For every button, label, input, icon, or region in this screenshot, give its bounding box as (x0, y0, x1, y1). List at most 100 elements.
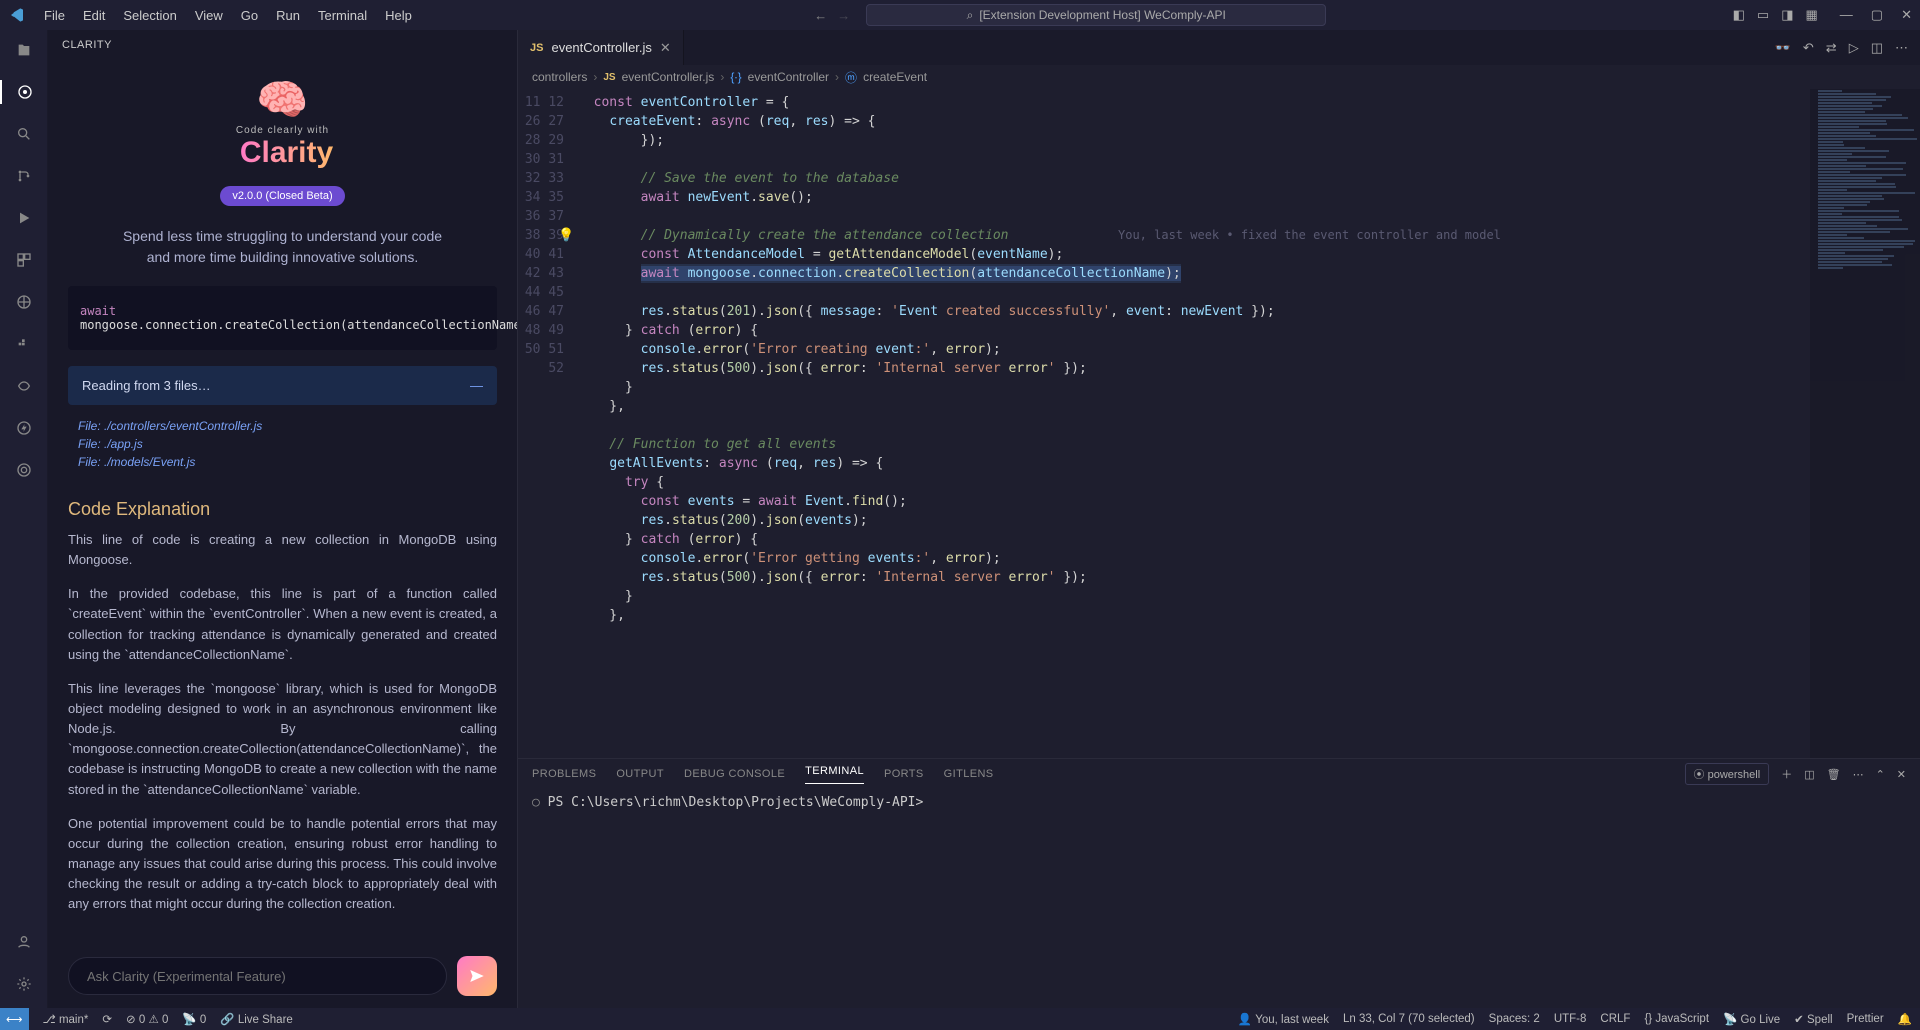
menu-run[interactable]: Run (268, 4, 308, 27)
layout-sidebar-left-icon[interactable]: ◧ (1733, 7, 1745, 23)
prettier[interactable]: Prettier (1847, 1013, 1884, 1025)
extensions-icon[interactable] (12, 248, 36, 272)
blame-status[interactable]: 👤 You, last week (1238, 1012, 1329, 1026)
collapse-icon[interactable]: — (470, 378, 483, 393)
diff-icon[interactable]: ⇄ (1826, 40, 1837, 56)
tab-close-icon[interactable]: ✕ (660, 40, 671, 56)
spell-check[interactable]: ✔ Spell (1794, 1012, 1832, 1026)
maximize-panel-icon[interactable]: ⌃ (1876, 768, 1885, 781)
bottom-panel: PROBLEMS OUTPUT DEBUG CONSOLE TERMINAL P… (518, 758, 1920, 1008)
explanation-paragraph: One potential improvement could be to ha… (68, 814, 497, 915)
editor-area: JS eventController.js ✕ 👓 ↶ ⇄ ▷ ◫ ⋯ cont… (518, 30, 1920, 1008)
nav-arrows: ← → (814, 8, 850, 23)
menu-edit[interactable]: Edit (75, 4, 113, 27)
thunder-icon[interactable] (12, 416, 36, 440)
code-editor[interactable]: 11 12 26 27 28 29 30 31 32 33 34 35 36 3… (518, 89, 1920, 758)
search-icon[interactable] (12, 122, 36, 146)
terminal-shell-selector[interactable]: ⦿ powershell (1685, 763, 1770, 785)
account-icon[interactable] (12, 930, 36, 954)
reading-files-card[interactable]: Reading from 3 files… — (68, 366, 497, 405)
kill-terminal-icon[interactable]: 🗑 (1827, 768, 1841, 781)
eol[interactable]: CRLF (1600, 1013, 1630, 1025)
panel-tab-ports[interactable]: PORTS (884, 768, 924, 780)
search-icon: ⌕ (967, 8, 974, 23)
command-center-text: [Extension Development Host] WeComply-AP… (979, 8, 1226, 22)
breadcrumb-item[interactable]: createEvent (863, 70, 927, 84)
line-gutter: 11 12 26 27 28 29 30 31 32 33 34 35 36 3… (518, 89, 578, 758)
remote-indicator[interactable]: ⟷ (0, 1008, 29, 1030)
close-panel-icon[interactable]: ✕ (1897, 768, 1906, 781)
cursor-position[interactable]: Ln 33, Col 7 (70 selected) (1343, 1013, 1475, 1025)
menu-selection[interactable]: Selection (115, 4, 184, 27)
breadcrumb-item[interactable]: eventController (748, 70, 829, 84)
lightbulb-icon[interactable]: 💡 (558, 226, 574, 245)
brain-icon: 🧠 (256, 76, 308, 123)
terminal[interactable]: ○ PS C:\Users\richm\Desktop\Projects\WeC… (518, 789, 1920, 1008)
liveshare-indicator[interactable]: 🔗 Live Share (220, 1012, 293, 1026)
run-icon[interactable]: ▷ (1849, 40, 1859, 56)
breadcrumb-item[interactable]: controllers (532, 70, 587, 84)
send-button[interactable] (457, 956, 497, 996)
panel-tab-gitlens[interactable]: GITLENS (944, 768, 994, 780)
menu-go[interactable]: Go (233, 4, 266, 27)
more-icon[interactable]: ⋯ (1853, 768, 1864, 781)
branch-indicator[interactable]: ⎇ main* (43, 1012, 89, 1026)
minimize-icon[interactable]: — (1840, 7, 1853, 23)
panel-tab-row: PROBLEMS OUTPUT DEBUG CONSOLE TERMINAL P… (518, 759, 1920, 789)
api-icon[interactable] (12, 374, 36, 398)
menu-file[interactable]: File (36, 4, 73, 27)
target-icon[interactable] (12, 458, 36, 482)
explanation-paragraph: This line leverages the `mongoose` libra… (68, 679, 497, 800)
status-bar: ⟷ ⎇ main* ⟳ ⊘ 0 ⚠ 0 📡 0 🔗 Live Share 👤 Y… (0, 1008, 1920, 1030)
run-debug-icon[interactable] (12, 206, 36, 230)
clarity-extension-icon[interactable] (0, 80, 48, 104)
maximize-icon[interactable]: ▢ (1871, 7, 1883, 23)
terminal-prompt: PS C:\Users\richm\Desktop\Projects\WeCom… (548, 795, 924, 810)
notifications-icon[interactable]: 🔔 (1898, 1012, 1912, 1026)
minimap[interactable] (1810, 89, 1920, 758)
sync-icon[interactable]: ⟳ (102, 1012, 112, 1026)
layout-sidebar-right-icon[interactable]: ◨ (1781, 7, 1793, 23)
menu-bar: File Edit Selection View Go Run Terminal… (36, 4, 420, 27)
panel-tab-problems[interactable]: PROBLEMS (532, 768, 596, 780)
breadcrumb-item[interactable]: eventController.js (622, 70, 715, 84)
command-center[interactable]: ⌕ [Extension Development Host] WeComply-… (866, 4, 1326, 26)
menu-view[interactable]: View (187, 4, 231, 27)
clarity-tagline: Spend less time struggling to understand… (98, 226, 467, 268)
docker-icon[interactable] (12, 332, 36, 356)
indentation[interactable]: Spaces: 2 (1489, 1013, 1540, 1025)
remote-icon[interactable] (12, 290, 36, 314)
language-mode[interactable]: {} JavaScript (1644, 1013, 1709, 1025)
source-control-icon[interactable] (12, 164, 36, 188)
split-editor-icon[interactable]: ◫ (1871, 40, 1883, 56)
problems-indicator[interactable]: ⊘ 0 ⚠ 0 (126, 1012, 168, 1026)
new-terminal-icon[interactable]: ＋ (1781, 766, 1792, 782)
encoding[interactable]: UTF-8 (1554, 1013, 1587, 1025)
ask-clarity-input[interactable] (68, 957, 447, 995)
code-body[interactable]: const eventController = { createEvent: a… (578, 89, 1920, 758)
git-blame-annotation: You, last week • fixed the event control… (1118, 226, 1501, 245)
explorer-icon[interactable] (12, 38, 36, 62)
title-bar: File Edit Selection View Go Run Terminal… (0, 0, 1920, 30)
glasses-icon[interactable]: 👓 (1775, 40, 1791, 56)
layout-customize-icon[interactable]: ▦ (1805, 7, 1817, 23)
ports-indicator[interactable]: 📡 0 (182, 1012, 206, 1026)
menu-help[interactable]: Help (377, 4, 420, 27)
panel-tab-terminal[interactable]: TERMINAL (805, 765, 864, 784)
settings-gear-icon[interactable] (12, 972, 36, 996)
nav-forward-icon[interactable]: → (837, 8, 850, 23)
close-icon[interactable]: ✕ (1901, 7, 1912, 23)
vscode-icon (8, 6, 26, 24)
more-icon[interactable]: ⋯ (1895, 40, 1908, 56)
split-terminal-icon[interactable]: ◫ (1804, 768, 1814, 781)
panel-tab-debug[interactable]: DEBUG CONSOLE (684, 768, 785, 780)
tab-eventcontroller[interactable]: JS eventController.js ✕ (518, 30, 684, 65)
layout-panel-icon[interactable]: ▭ (1757, 7, 1769, 23)
revert-icon[interactable]: ↶ (1803, 40, 1814, 56)
selected-code-snippet: await mongoose.connection.createCollecti… (68, 286, 497, 350)
menu-terminal[interactable]: Terminal (310, 4, 375, 27)
nav-back-icon[interactable]: ← (814, 8, 827, 23)
panel-tab-output[interactable]: OUTPUT (616, 768, 664, 780)
go-live[interactable]: 📡 Go Live (1723, 1012, 1780, 1026)
breadcrumb[interactable]: controllers› JS eventController.js› {∙} … (518, 65, 1920, 89)
